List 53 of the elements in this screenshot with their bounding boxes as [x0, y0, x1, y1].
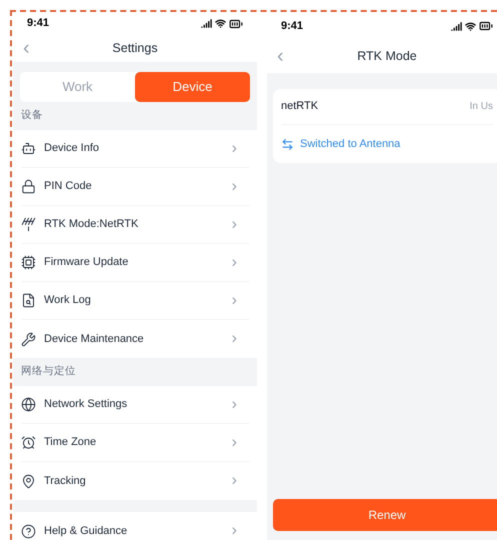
signal-icon — [451, 20, 462, 32]
chevron-icon: › — [232, 331, 249, 347]
chevron-icon: › — [232, 178, 249, 194]
wrench-icon — [21, 332, 36, 346]
row-label: Time Zone — [44, 435, 98, 450]
row-label: RTK Mode:NetRTK — [44, 217, 140, 232]
row-label: Help & Guidance — [44, 524, 128, 539]
settings-row[interactable]: Work Log › — [21, 282, 249, 320]
row-label: Work Log — [44, 293, 92, 308]
screen-title: Settings — [112, 40, 158, 57]
row-label: Firmware Update — [44, 255, 130, 270]
settings-row[interactable]: Time Zone › — [21, 424, 249, 462]
swap-arrows-icon — [281, 138, 294, 150]
row-label: Network Settings — [44, 397, 128, 412]
row-label: PIN Code — [44, 179, 93, 194]
wifi-icon — [215, 18, 226, 30]
help-icon — [21, 524, 36, 538]
chevron-icon: › — [232, 473, 249, 489]
settings-row[interactable]: Network Settings › — [21, 386, 249, 424]
chevron-icon: › — [232, 396, 249, 412]
chevron-icon: › — [232, 216, 249, 232]
section-header: 设备 — [21, 108, 43, 124]
chevron-icon: › — [232, 140, 249, 156]
row-label: Device Maintenance — [44, 332, 145, 347]
alarm-clock-icon — [21, 435, 36, 450]
section-header: 网络与定位 — [21, 364, 76, 380]
mode-name: netRTK — [281, 99, 318, 114]
row-label: Device Info — [44, 141, 100, 156]
settings-row[interactable]: RTK Mode:NetRTK › — [21, 206, 249, 244]
settings-row[interactable]: PIN Code › — [21, 168, 249, 206]
row-label: Tracking — [44, 474, 87, 489]
location-pin-icon — [21, 474, 36, 488]
settings-row[interactable]: Tracking › — [21, 462, 249, 500]
chevron-icon: › — [232, 434, 249, 450]
chevron-icon: › — [232, 292, 249, 308]
settings-row[interactable]: Firmware Update › — [21, 244, 249, 282]
chip-icon — [21, 255, 36, 270]
globe-icon — [21, 397, 36, 412]
status-time: 9:41 — [281, 18, 304, 34]
robot-icon — [21, 141, 36, 156]
lock-icon — [21, 179, 36, 194]
status-time: 9:41 — [27, 16, 50, 32]
document-search-icon — [21, 293, 36, 308]
chevron-icon: › — [232, 254, 249, 270]
status-label: In Us — [470, 100, 493, 114]
battery-icon — [479, 19, 493, 33]
chevron-icon: › — [232, 523, 249, 539]
antenna-icon — [21, 217, 36, 232]
signal-icon — [201, 18, 212, 30]
settings-row[interactable]: Device Info › — [21, 130, 249, 168]
settings-row[interactable]: Device Maintenance › — [21, 320, 249, 358]
screen-title: RTK Mode — [357, 48, 417, 65]
wifi-icon — [465, 20, 476, 32]
